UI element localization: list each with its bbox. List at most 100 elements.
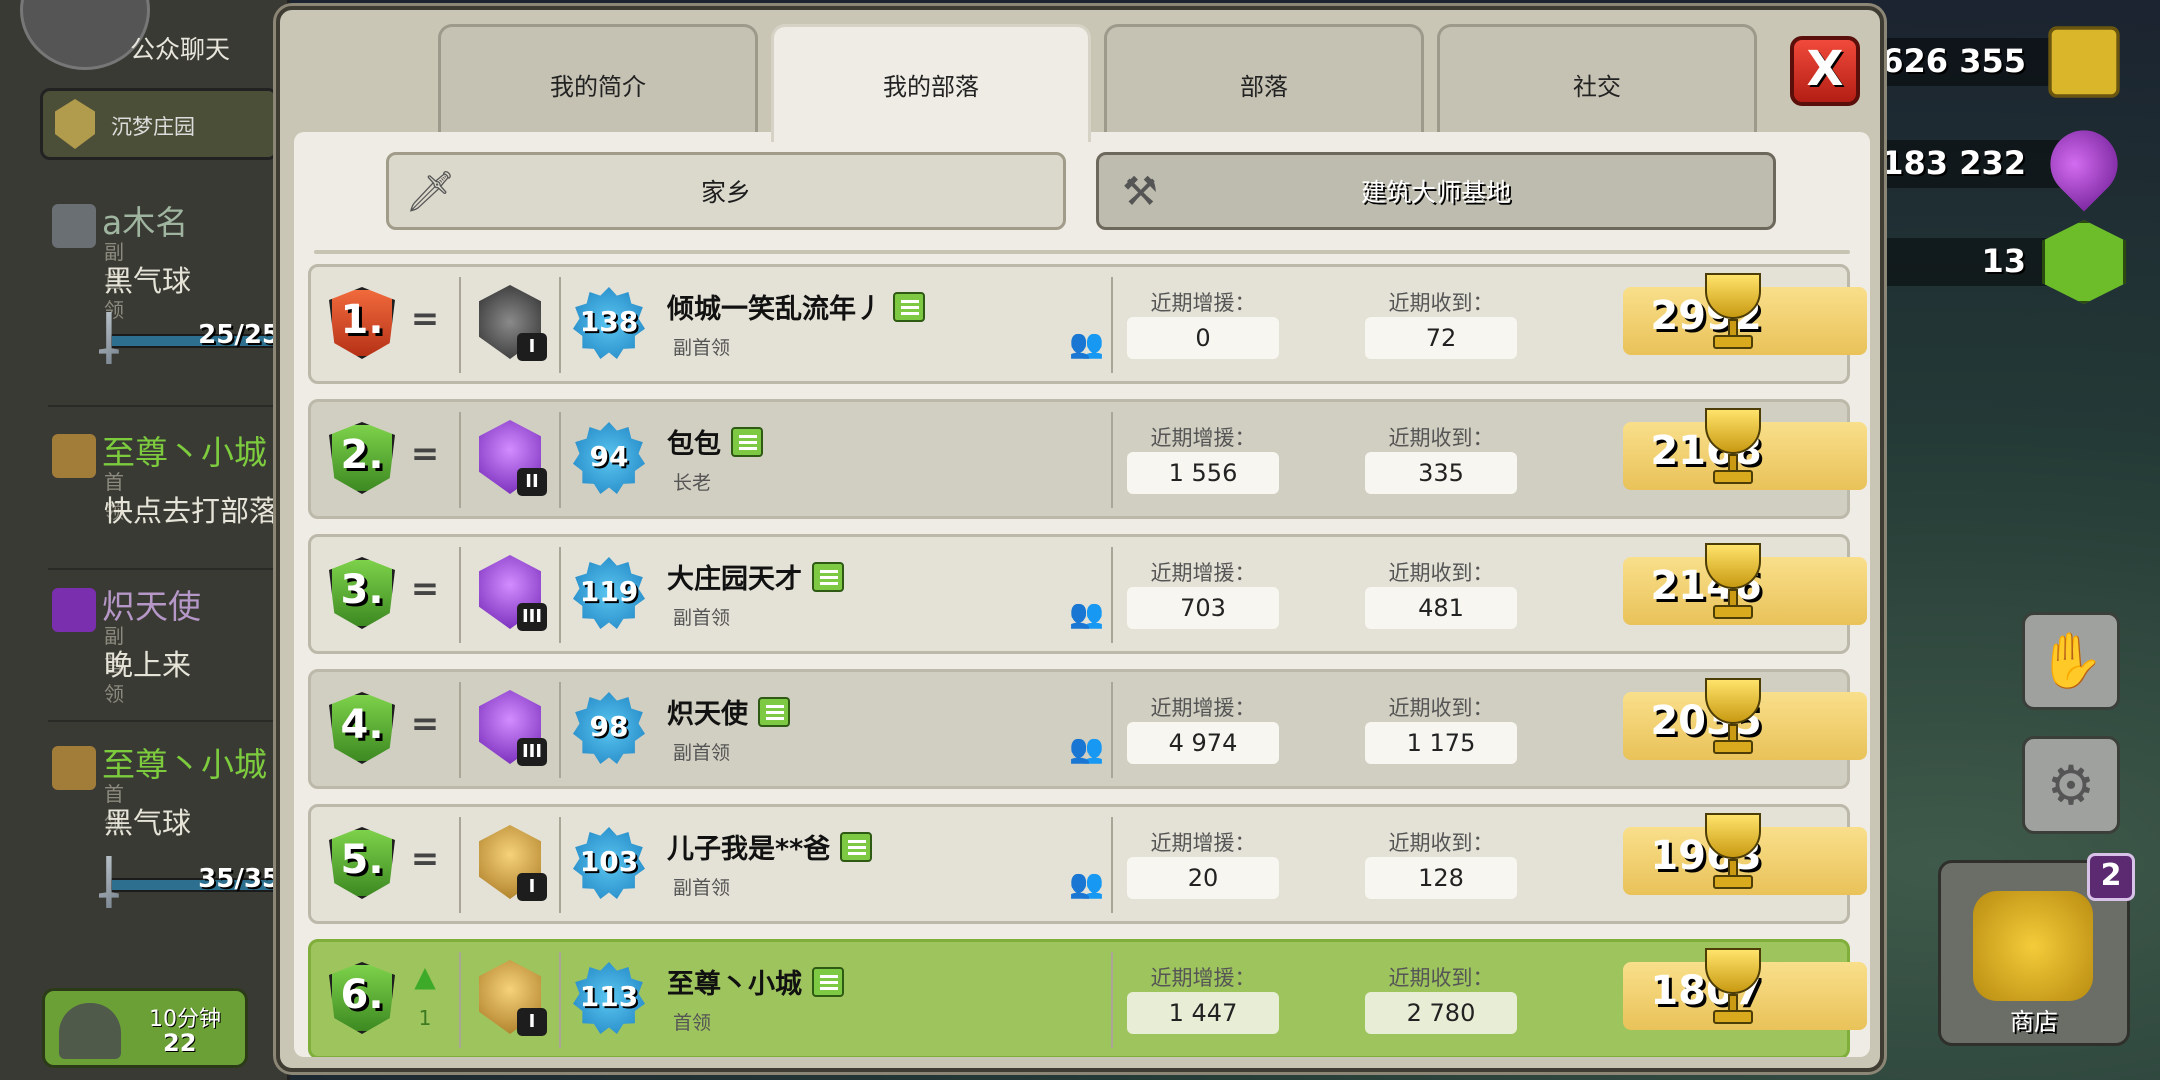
received-value: 128 (1365, 857, 1517, 899)
message-text: 快点去打部落 (104, 494, 279, 528)
member-row[interactable]: 4. = III 98 炽天使 副首领 👥 近期增援： 4 974 近期收到： 1 175 2035 (308, 669, 1867, 789)
received-value: 335 (1365, 452, 1517, 494)
xp-level: 94 (589, 440, 629, 473)
rank-number: 5. (340, 837, 384, 883)
divider (1111, 682, 1113, 778)
member-row[interactable]: 2. = II 94 包包 长老 近期增援： 1 556 近期收到： 335 2168 (308, 399, 1867, 519)
divider (48, 568, 283, 570)
league-badge: III (471, 549, 551, 639)
member-name-line: 大庄园天才 (667, 557, 844, 596)
member-row[interactable]: 3. = III 119 大庄园天才 副首领 👥 近期增援： 703 近期收到： 481 2146 (308, 534, 1867, 654)
friends-icon: 👥 (1069, 327, 1104, 360)
shop-label: 商店 (2010, 1008, 2058, 1036)
tab-clans[interactable]: 部落 (1104, 24, 1424, 136)
received-value: 72 (1365, 317, 1517, 359)
rank-number: 1. (340, 297, 384, 343)
divider (459, 682, 461, 778)
builder-figure-icon (59, 1003, 121, 1059)
member-name: 倾城一笑乱流年丿 (667, 294, 883, 325)
xp-level-badge: 113 (573, 962, 645, 1034)
divider (459, 547, 461, 643)
divider (559, 277, 561, 373)
member-name: 炽天使 (667, 699, 748, 730)
message-text: 黑气球 (104, 264, 192, 298)
donation-progress[interactable]: 35/35 (90, 856, 300, 908)
chat-panel: 公众聊天 沉梦庄园 a木名 副首领 黑气球 25/25 至尊丶小城 首领 快点去… (0, 0, 300, 1080)
member-name: 大庄园天才 (667, 564, 802, 595)
divider (459, 952, 461, 1048)
rank-badge: 1. (321, 281, 403, 365)
rank-change: ▲ (414, 960, 436, 993)
tab-my-clan[interactable]: 我的部落 (771, 24, 1091, 142)
divider (48, 405, 283, 407)
league-tier: I (517, 333, 547, 361)
xp-level: 119 (579, 575, 639, 608)
member-row[interactable]: 6. ▲ 1 I 113 至尊丶小城 首领 近期增援： 1 447 近期收到： 2 780 1807 (308, 939, 1867, 1057)
divider (1111, 277, 1113, 373)
chat-bubble-icon (893, 291, 925, 322)
league-tier: II (517, 468, 547, 496)
xp-level: 138 (579, 305, 639, 338)
tab-my-profile[interactable]: 我的简介 (438, 24, 758, 136)
tab-social[interactable]: 社交 (1437, 24, 1757, 136)
chat-bubble-icon (812, 966, 844, 997)
received-label: 近期收到： (1388, 561, 1494, 585)
clan-chat-button[interactable]: 沉梦庄园 (40, 88, 278, 160)
league-badge: III (471, 684, 551, 774)
shop-notification-badge: 2 (2087, 853, 2135, 901)
progress-value: 35/35 (198, 864, 280, 894)
league-icon (52, 434, 96, 478)
member-name-line: 倾城一笑乱流年丿 (667, 287, 925, 326)
received-label: 近期收到： (1388, 426, 1494, 450)
friends-icon: 👥 (1069, 867, 1104, 900)
subtab-home-label: 家乡 (700, 178, 751, 207)
shop-button[interactable]: 2 商店 (1938, 853, 2135, 1046)
rank-change-amount: 1 (418, 1006, 432, 1030)
rank-number: 4. (340, 702, 384, 748)
xp-level-badge: 94 (573, 422, 645, 494)
member-row[interactable]: 1. = I 138 倾城一笑乱流年丿 副首领 👥 近期增援： 0 近期收到： 72 2992 (308, 264, 1867, 384)
sender-name: 至尊丶小城 (102, 745, 267, 784)
member-name: 儿子我是**爸 (667, 834, 831, 865)
trophy-icon (1695, 543, 1771, 625)
donation-progress[interactable]: 25/25 (90, 312, 300, 364)
divider (459, 277, 461, 373)
rank-badge: 3. (321, 551, 403, 635)
rank-change: = (410, 434, 440, 474)
divider (1111, 952, 1113, 1048)
donated-value: 703 (1127, 587, 1279, 629)
progress-value: 25/25 (198, 320, 280, 350)
trophy-icon (1695, 678, 1771, 760)
gems-value: 13 (1981, 242, 2026, 280)
received-label: 近期收到： (1388, 291, 1494, 315)
subtab-builder-base[interactable]: ⚒ 建筑大师基地 (1096, 152, 1776, 230)
edit-mode-button[interactable]: ✋ (2022, 612, 2120, 710)
gold-value: 626 355 (1881, 42, 2026, 80)
league-tier: I (517, 873, 547, 901)
member-name-line: 包包 (667, 422, 763, 461)
settings-button[interactable]: ⚙ (2022, 736, 2120, 834)
donated-value: 1 556 (1127, 452, 1279, 494)
friends-icon: 👥 (1069, 732, 1104, 765)
rank-number: 6. (340, 972, 384, 1018)
league-icon (52, 746, 96, 790)
league-tier: I (517, 1008, 547, 1036)
member-row[interactable]: 5. = I 103 儿子我是**爸 副首领 👥 近期增援： 20 近期收到： 128 1963 (308, 804, 1867, 924)
rank-change: = (410, 839, 440, 879)
divider (559, 817, 561, 913)
donated-label: 近期增援： (1150, 426, 1256, 450)
donated-label: 近期增援： (1150, 696, 1256, 720)
chat-title: 公众聊天 (130, 35, 231, 64)
subtab-home-village[interactable]: 🗡 家乡 (386, 152, 1066, 230)
donated-value: 1 447 (1127, 992, 1279, 1034)
league-icon (52, 204, 96, 248)
member-name-line: 炽天使 (667, 692, 790, 731)
chat-bubble-icon (731, 426, 763, 457)
member-role: 长老 (673, 472, 712, 494)
donated-label: 近期增援： (1150, 831, 1256, 855)
army-timer-button[interactable]: 10分钟 22 (42, 988, 248, 1068)
received-value: 1 175 (1365, 722, 1517, 764)
divider (1111, 412, 1113, 508)
trophy-icon (1695, 948, 1771, 1030)
close-button[interactable]: X (1790, 36, 1860, 106)
